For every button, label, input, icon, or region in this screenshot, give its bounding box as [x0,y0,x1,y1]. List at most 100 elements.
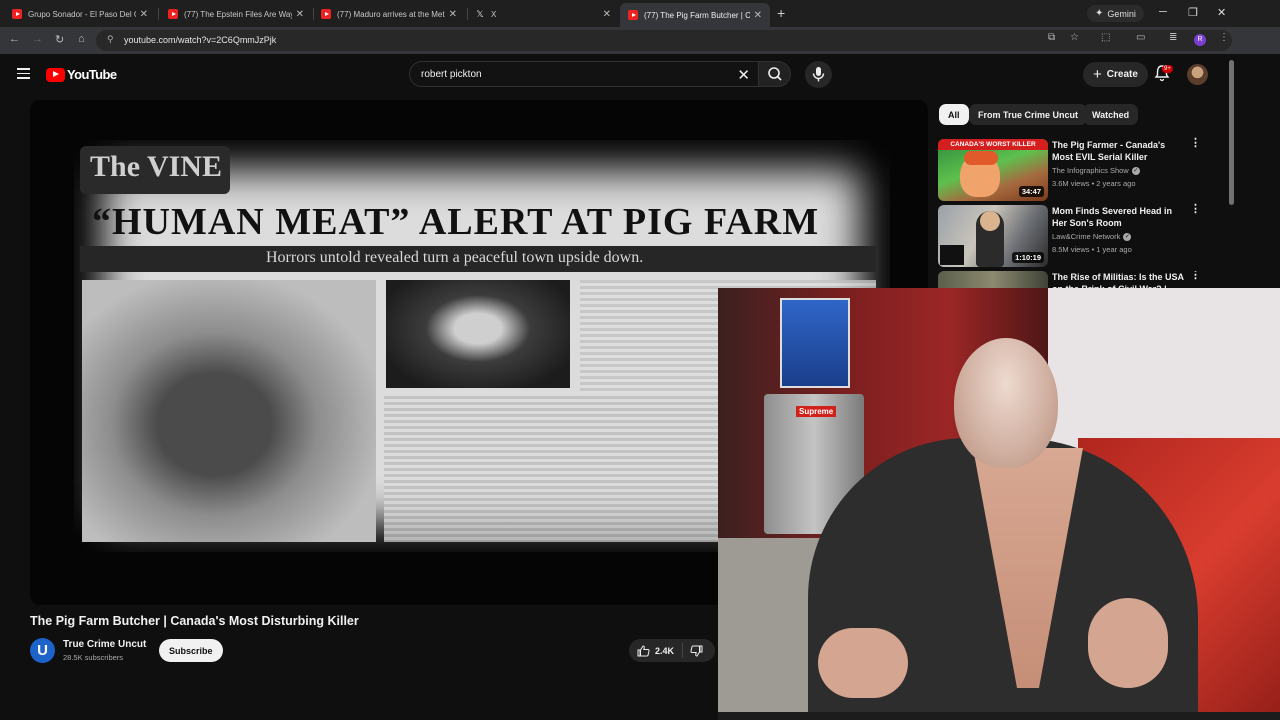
url-text: youtube.com/watch?v=2C6QmmJzPjk [124,35,277,45]
thumbs-down-icon [690,645,703,657]
youtube-play-icon [46,67,65,82]
youtube-icon [168,9,178,19]
masthead-text: The VINE [90,150,222,183]
webcam-overlay: Supreme [718,288,1280,720]
install-app-icon[interactable]: ⧉ [1048,32,1055,43]
thumbnail-hair [964,151,998,165]
thumbnail-face [980,211,1000,231]
verified-icon: ✓ [1123,233,1132,242]
plus-icon: + [1093,66,1102,83]
bookmark-star-icon[interactable]: ☆ [1070,32,1079,43]
channel-name[interactable]: True Crime Uncut [63,639,146,650]
restore-icon[interactable]: ❐ [1188,6,1198,19]
recommendation-channel: The Infographics Show ✓ [1052,166,1140,176]
recommendation-item[interactable]: CANADA'S WORST KILLER 34:47 The Pig Farm… [938,138,1208,201]
webcam-person-head [954,338,1058,468]
close-icon[interactable]: ✕ [603,9,611,20]
video-title: The Pig Farm Butcher | Canada's Most Dis… [30,614,359,628]
youtube-header: YouTube robert pickton ✕ + Create 9+ [0,54,1280,96]
gemini-label: Gemini [1107,8,1136,19]
gemini-button[interactable]: ✦ Gemini [1087,5,1144,22]
video-thumbnail[interactable]: 1:10:19 [938,205,1048,267]
recommendation-item[interactable]: The Rise of Militias: Is the USA on the … [938,271,1208,288]
like-dislike-group: 2.4K [629,639,715,662]
browser-tab-active[interactable]: (77) The Pig Farm Butcher | Can ✕ [620,3,770,27]
close-icon[interactable]: ✕ [296,9,304,20]
youtube-icon [321,9,331,19]
close-icon[interactable]: ✕ [140,9,148,20]
create-label: Create [1106,69,1138,80]
sidepanel-icon[interactable]: ▭ [1136,32,1145,43]
reload-icon[interactable]: ↻ [55,33,64,46]
voice-search-button[interactable] [805,61,832,88]
webcam-beer-box [780,298,850,388]
channel-label: Law&Crime Network [1052,232,1121,241]
video-thumbnail[interactable] [938,271,1048,288]
chip-watched[interactable]: Watched [1083,104,1139,125]
chip-all[interactable]: All [939,104,969,125]
account-avatar[interactable] [1187,64,1208,85]
channel-avatar[interactable]: U [30,638,55,663]
browser-tab[interactable]: 𝕏 X ✕ [467,3,619,25]
new-tab-button[interactable]: + [777,5,785,21]
search-query: robert pickton [421,69,482,80]
search-input[interactable]: robert pickton ✕ [409,61,759,87]
minimize-icon[interactable]: ─ [1159,6,1167,18]
more-options-icon[interactable]: ⋮ [1190,138,1201,149]
notification-badge: 9+ [1162,65,1173,73]
webcam-person-hand [818,628,908,698]
video-thumbnail[interactable]: CANADA'S WORST KILLER 34:47 [938,139,1048,201]
recommendation-meta: 8.5M views • 1 year ago [1052,245,1132,254]
video-duration: 1:10:19 [1012,252,1044,263]
menu-kebab-icon[interactable]: ⋮ [1219,32,1229,43]
recommendation-title[interactable]: Mom Finds Severed Head in Her Son's Room [1052,205,1188,229]
close-icon[interactable]: ✕ [754,10,762,21]
tab-title: (77) The Pig Farm Butcher | Can [644,10,750,20]
forward-icon[interactable]: → [32,33,43,45]
home-icon[interactable]: ⌂ [78,33,85,45]
webcam-person-hand [1088,598,1168,688]
search-button[interactable] [759,61,791,87]
more-options-icon[interactable]: ⋮ [1190,204,1201,215]
dislike-button[interactable] [683,645,703,657]
more-options-icon[interactable]: ⋮ [1190,271,1201,281]
like-button[interactable]: 2.4K [629,643,684,658]
media-icon[interactable]: ≣ [1169,32,1177,43]
tab-title: X [491,9,497,19]
address-bar[interactable]: ⚲ youtube.com/watch?v=2C6QmmJzPjk [96,30,1232,51]
recommendation-channel: Law&Crime Network ✓ [1052,232,1132,242]
browser-tab[interactable]: (77) Maduro arrives at the Met ✕ [313,3,465,25]
recommendation-title[interactable]: The Pig Farmer - Canada's Most EVIL Seri… [1052,139,1188,163]
tab-title: (77) The Epstein Files Are Way [184,9,292,19]
youtube-icon [628,10,638,20]
newspaper-subheadline-bar: Horrors untold revealed turn a peaceful … [80,246,876,272]
recommendation-title[interactable]: The Rise of Militias: Is the USA on the … [1052,271,1188,288]
profile-avatar[interactable]: R [1194,34,1206,46]
create-button[interactable]: + Create [1083,62,1148,87]
tab-title: Grupo Sonador - El Paso Del Gi [28,9,136,19]
newspaper-photo [82,280,376,542]
recommendation-item[interactable]: 1:10:19 Mom Finds Severed Head in Her So… [938,204,1208,267]
youtube-wordmark: YouTube [67,67,117,82]
webcam-bottom-edge [718,712,1280,720]
verified-icon: ✓ [1131,167,1140,176]
browser-tab[interactable]: (77) The Epstein Files Are Way ✕ [160,3,312,25]
browser-tab[interactable]: Grupo Sonador - El Paso Del Gi ✕ [4,3,156,25]
clear-search-icon[interactable]: ✕ [737,66,750,84]
page-scrollbar[interactable] [1229,60,1234,205]
site-info-icon[interactable]: ⚲ [107,34,114,45]
youtube-logo[interactable]: YouTube [46,67,117,82]
tab-title: (77) Maduro arrives at the Met [337,9,445,19]
thumbs-up-icon [637,644,650,656]
subscribe-button[interactable]: Subscribe [159,639,223,662]
hamburger-menu-icon[interactable] [17,68,30,79]
extensions-icon[interactable]: ⬚ [1101,32,1110,43]
thumbnail-banner: CANADA'S WORST KILLER [938,139,1048,150]
chip-from-channel[interactable]: From True Crime Uncut [969,104,1088,125]
gemini-sparkle-icon: ✦ [1095,8,1104,19]
newspaper-headline: “HUMAN MEAT” ALERT AT PIG FARM [92,201,820,243]
close-icon[interactable]: ✕ [449,9,457,20]
back-icon[interactable]: ← [9,33,20,45]
browser-toolbar: ← → ↻ ⌂ ⚲ youtube.com/watch?v=2C6QmmJzPj… [0,27,1280,54]
close-window-icon[interactable]: ✕ [1217,6,1226,19]
